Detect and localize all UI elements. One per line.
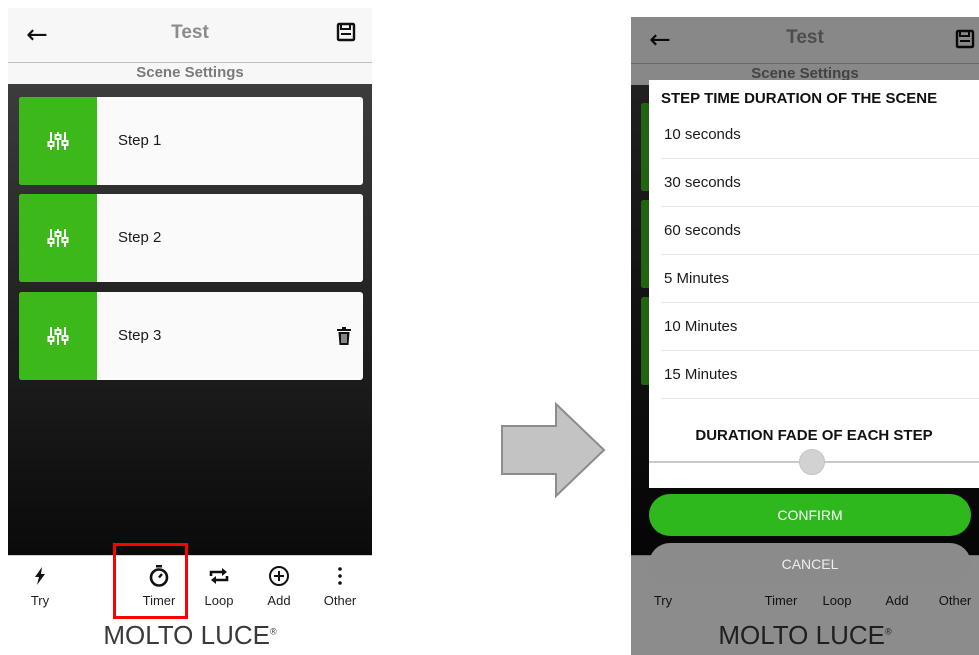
nav-label: Loop [204, 593, 234, 608]
loop-icon [189, 562, 249, 590]
nav-other[interactable]: Other [310, 562, 370, 608]
step-card-3[interactable]: Step 3 [19, 292, 363, 380]
confirm-button[interactable]: CONFIRM [649, 494, 971, 536]
step-card-2[interactable]: Step 2 [19, 194, 363, 282]
nav-try[interactable]: Try [10, 562, 70, 608]
more-vertical-icon [310, 562, 370, 590]
steps-list: Step 1 Step 2 Step 3 [8, 84, 372, 555]
duration-option[interactable]: 5 Minutes [661, 255, 979, 303]
plus-circle-icon [249, 562, 309, 590]
duration-option[interactable]: 60 seconds [661, 207, 979, 255]
page-title: Test [171, 22, 209, 43]
option-label: 60 seconds [664, 222, 741, 239]
duration-option[interactable]: 10 seconds [661, 111, 979, 159]
right-arrow-icon [501, 402, 606, 498]
step-label: Step 1 [118, 132, 162, 149]
sliders-icon [19, 292, 97, 380]
duration-option[interactable]: 15 Minutes [661, 351, 979, 399]
nav-label: Add [267, 593, 291, 608]
scene-settings-screen: ← Test Scene Settings Step 1 Step 2 Step… [8, 8, 372, 655]
dialog-title: STEP TIME DURATION OF THE SCENE [661, 90, 938, 107]
step-card-1[interactable]: Step 1 [19, 97, 363, 185]
timer-dialog-screen: ← Test Scene Settings Try Timer Loop Add [631, 17, 979, 655]
nav-label: Try [30, 593, 50, 608]
registered-mark: ® [270, 626, 277, 637]
duration-dialog: STEP TIME DURATION OF THE SCENE 10 secon… [649, 80, 979, 488]
option-label: 10 seconds [664, 126, 741, 143]
save-icon[interactable] [336, 22, 356, 47]
logo-text: MOLTO LUCE [103, 620, 270, 650]
cancel-button[interactable]: CANCEL [649, 543, 971, 585]
fade-title: DURATION FADE OF EACH STEP [695, 427, 933, 444]
step-label: Step 3 [118, 327, 162, 344]
step-label: Step 2 [118, 229, 162, 246]
bottom-toolbar: Try Timer Loop Add Other MOLTO LUCE® [8, 555, 372, 655]
fade-slider-thumb[interactable] [799, 449, 825, 475]
nav-label: Other [323, 593, 357, 608]
nav-loop[interactable]: Loop [189, 562, 249, 608]
sliders-icon [19, 97, 97, 185]
trash-icon[interactable] [337, 327, 351, 350]
page-subtitle: Scene Settings [136, 64, 244, 81]
option-label: 30 seconds [664, 174, 741, 191]
lightning-icon [10, 562, 70, 590]
duration-option[interactable]: 10 Minutes [661, 303, 979, 351]
option-label: 10 Minutes [664, 318, 738, 335]
nav-add[interactable]: Add [249, 562, 309, 608]
duration-option[interactable]: 30 seconds [661, 159, 979, 207]
timer-highlight-box [113, 543, 188, 619]
top-bar: ← Test [8, 8, 372, 62]
brand-logo: MOLTO LUCE® [8, 620, 372, 651]
option-label: 15 Minutes [664, 366, 738, 383]
option-label: 5 Minutes [664, 270, 730, 287]
subtitle-bar: Scene Settings [8, 62, 372, 84]
sliders-icon [19, 194, 97, 282]
